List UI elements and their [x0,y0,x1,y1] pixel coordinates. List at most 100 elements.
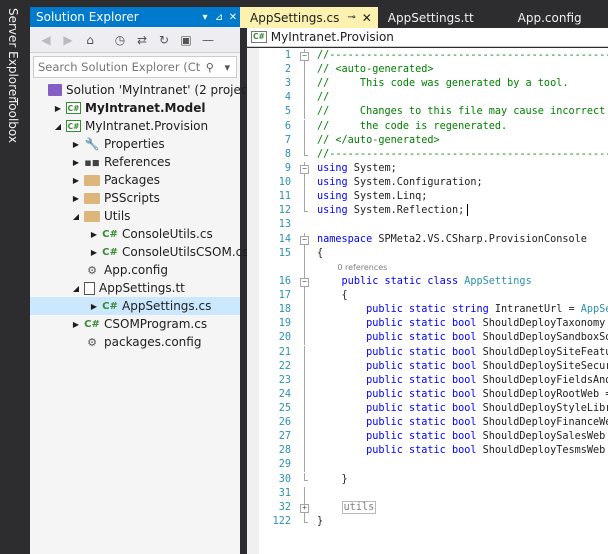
code-line[interactable]: 2 // <auto-generated> [259,63,608,78]
code-line[interactable]: 1 //-------------------------------------… [259,49,608,63]
code-line[interactable]: 12 using System.Reflection; [259,204,608,218]
csharp-project-icon: C# [251,31,267,43]
code-line[interactable]: 30 } [259,472,608,487]
code-line[interactable]: 10 using System.Configuration; [259,176,608,191]
collapse-region-icon[interactable] [300,232,309,247]
collapsed-region[interactable]: utils [341,500,377,514]
tree-item[interactable]: ◢ Utils [30,207,240,225]
code-line[interactable]: 13 [259,218,608,232]
tree-item[interactable]: Solution 'MyIntranet' (2 projects) [30,81,263,99]
code-line[interactable]: 18 public static string IntranetUrl = Ap… [259,303,608,318]
pin-tab-icon[interactable]: ⊸ [347,12,355,23]
project-dropdown[interactable]: MyIntranet.Provision [271,30,394,44]
codelens-references[interactable]: 0 references [317,263,387,272]
code-line[interactable]: 28 public static bool ShouldDeployTesmsW… [259,444,608,459]
collapsed-arrow-icon[interactable]: ▶ [70,140,82,149]
home-icon[interactable]: ⌂ [80,30,100,50]
tree-item[interactable]: ⚙ packages.config [30,333,240,351]
close-tab-icon[interactable]: ✕ [362,11,372,25]
line-number: 32 [278,501,291,513]
refresh-icon[interactable]: ↻ [154,30,174,50]
collapsed-arrow-icon[interactable]: ▶ [70,176,82,185]
code-line[interactable]: 7 // </auto-generated> [259,133,608,148]
code-text: 0 references [317,261,387,275]
collapse-region-icon[interactable] [300,161,309,176]
code-lines[interactable]: 1 //-------------------------------------… [259,48,608,554]
code-line[interactable]: 0 references [259,260,608,275]
collapse-region-icon[interactable] [300,49,309,63]
code-line[interactable]: 32 utils [259,500,608,515]
tree-item[interactable]: ⚙ App.config [30,261,240,279]
tree-item[interactable]: ▶ ▪◾ References [30,153,240,171]
code-line[interactable]: 8 //-------------------------------------… [259,147,608,162]
search-options-dropdown-icon[interactable]: ▾ [219,61,236,74]
collapsed-arrow-icon[interactable]: ▶ [52,104,64,113]
toolbox-tab[interactable]: Toolbox [6,98,20,143]
code-line[interactable]: 24 public static bool ShouldDeployRootWe… [259,387,608,402]
navigation-bar[interactable]: C# MyIntranet.Provision [247,28,608,47]
tree-item[interactable]: ▶ C# ConsoleUtils.cs [30,225,240,243]
code-line[interactable]: 31 [259,486,608,501]
comment-token: // This code was generated by a tool. [317,78,569,90]
collapse-region-icon[interactable] [300,274,309,289]
collapse-all-icon[interactable]: ▣ [176,30,196,50]
forward-icon[interactable]: ▶ [58,30,78,50]
sync-with-active-document-icon[interactable]: ⇄ [132,30,152,50]
collapsed-arrow-icon[interactable]: ▶ [70,158,82,167]
collapsed-arrow-icon[interactable]: ▶ [70,194,82,203]
code-text: using System.Configuration; [317,176,483,190]
tree-item[interactable]: ▶ C# CSOMProgram.cs [30,315,240,333]
tree-item[interactable]: ▶ 🔧 Properties [30,135,240,153]
code-line[interactable]: 29 [259,458,608,473]
comment-token: //--------------------------------------… [317,50,608,61]
collapsed-arrow-icon[interactable]: ▶ [88,248,100,257]
code-line[interactable]: 4 // [259,91,608,106]
pin-icon[interactable]: ⊿ [212,12,226,23]
code-line[interactable]: 16 public static class AppSettings [259,274,608,289]
expanded-arrow-icon[interactable]: ◢ [70,212,82,221]
code-line[interactable]: 11 using System.Linq; [259,190,608,205]
document-tab[interactable]: App.config [508,7,590,28]
code-line[interactable]: 20 public static bool ShouldDeploySandbo… [259,331,608,346]
code-line[interactable]: 5 // Changes to this file may cause incor… [259,105,608,120]
code-line[interactable]: 19 public static bool ShouldDeployTaxono… [259,317,608,332]
server-explorer-tab[interactable]: Server Explorer [6,8,20,101]
properties-icon[interactable]: — [198,30,218,50]
expanded-arrow-icon[interactable]: ◢ [70,284,82,293]
tree-item[interactable]: ▶ PSScripts [30,189,240,207]
code-line[interactable]: 21 public static bool ShouldDeploySiteFe… [259,345,608,360]
tree-item[interactable]: ◢ AppSettings.tt [30,279,240,297]
code-line[interactable]: 122} [259,514,608,529]
code-text: using System.Reflection; [317,204,469,218]
back-icon[interactable]: ◀ [36,30,56,50]
expanded-arrow-icon[interactable]: ◢ [52,122,64,131]
code-line[interactable]: 3 // This code was generated by a tool. [259,77,608,92]
code-line[interactable]: 22 public static bool ShouldDeploySiteSe… [259,359,608,374]
tree-item[interactable]: ▶ C# AppSettings.cs [30,297,240,315]
pending-changes-filter-icon[interactable]: ◷ [110,30,130,50]
code-line[interactable]: 27 public static bool ShouldDeploySalesW… [259,430,608,445]
window-position-dropdown-icon[interactable]: ▾ [198,12,212,23]
code-line[interactable]: 26 public static bool ShouldDeployFinanc… [259,416,608,431]
collapsed-arrow-icon[interactable]: ▶ [70,320,82,329]
code-line[interactable]: 25 public static bool ShouldDeployStyleL… [259,402,608,416]
code-editor[interactable]: 1 //-------------------------------------… [247,48,608,554]
code-line[interactable]: 15 { [259,246,608,261]
close-icon[interactable]: ✕ [226,12,240,23]
expand-region-icon[interactable] [300,500,309,515]
code-line[interactable]: 17 { [259,289,608,304]
code-line[interactable]: 14 namespace SPMeta2.VS.CSharp.ProvisionC… [259,232,608,247]
tree-item[interactable]: ▶ Packages [30,171,240,189]
search-icon[interactable]: ⚲ [201,61,218,74]
collapsed-arrow-icon[interactable]: ▶ [88,302,100,311]
code-line[interactable]: 6 // the code is regenerated. [259,119,608,134]
search-input[interactable] [38,60,202,74]
document-tab[interactable]: AppSettings.cs ⊸ ✕ [240,7,378,28]
document-tab[interactable]: AppSettings.tt [378,7,482,28]
code-line[interactable]: 9 using System; [259,161,608,176]
collapsed-arrow-icon[interactable]: ▶ [88,230,100,239]
tree-item[interactable]: ▶ C# ConsoleUtilsCSOM.cs [30,243,249,261]
tree-item[interactable]: ▶ C# MyIntranet.Model [30,99,240,117]
tree-item[interactable]: ◢ C# MyIntranet.Provision [30,117,240,135]
code-line[interactable]: 23 public static bool ShouldDeployFields… [259,373,608,388]
